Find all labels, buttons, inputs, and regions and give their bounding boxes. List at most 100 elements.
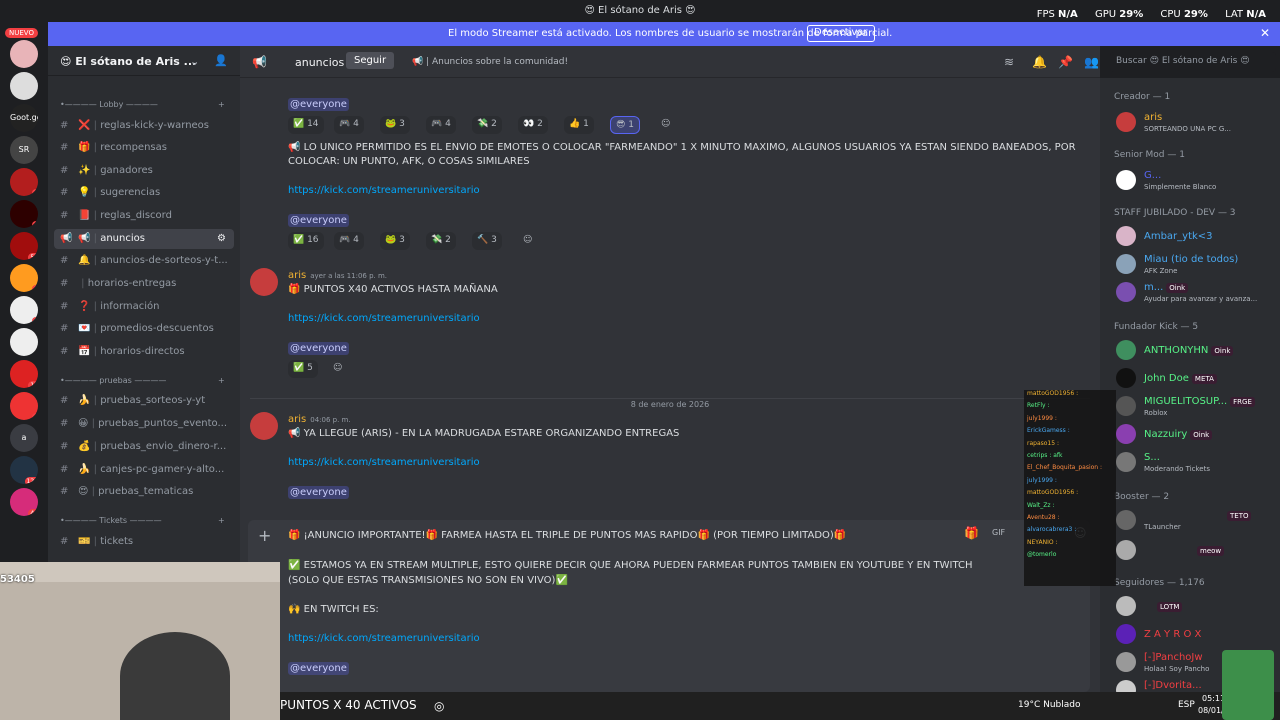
member-miau[interactable]: Miau (tio de todos) AFK Zone: [1114, 252, 1280, 278]
member-nazz[interactable]: Nazzuiry Oink: [1114, 422, 1280, 448]
server-icon[interactable]: a: [10, 424, 38, 452]
message-author[interactable]: aris ayer a las 11:06 p. m.: [288, 270, 387, 281]
channel-pruebas-sorteos-y-yt[interactable]: # 🍌 | pruebas_sorteos-y-yt: [54, 391, 234, 411]
channel-horarios-entregas[interactable]: # | horarios-entregas: [54, 274, 234, 294]
channel-pruebas-envio-dinero-r[interactable]: # 💰 | pruebas_envio_dinero-r...: [54, 437, 234, 457]
reaction[interactable]: 🐸 3: [380, 232, 410, 250]
server-icon[interactable]: 55: [10, 232, 38, 260]
member-follower-2[interactable]: Z A Y R O X: [1114, 622, 1280, 648]
server-icon[interactable]: 1: [10, 200, 38, 228]
chrome-icon[interactable]: ◎: [434, 699, 444, 713]
gif-icon[interactable]: GIF: [992, 528, 1005, 537]
plus-icon[interactable]: +: [258, 526, 271, 545]
reaction[interactable]: 😎 1: [610, 116, 640, 134]
mention[interactable]: @everyone: [288, 342, 349, 355]
channel-sugerencias[interactable]: # 💡 | sugerencias: [54, 183, 234, 203]
server-header[interactable]: 😍 El sótano de Aris ... ⌄ 👤: [48, 46, 240, 76]
server-icon[interactable]: 13: [10, 360, 38, 388]
message-link[interactable]: https://kick.com/streameruniversitario: [288, 185, 480, 196]
server-icon[interactable]: 1: [10, 264, 38, 292]
add-channel-icon[interactable]: +: [218, 516, 225, 525]
add-channel-icon[interactable]: +: [218, 100, 225, 109]
reaction[interactable]: ✅ 5: [288, 360, 318, 378]
reaction[interactable]: 🎮 4: [426, 116, 456, 134]
reaction[interactable]: 🎮 4: [334, 116, 364, 134]
member-booster-2[interactable]: meow: [1114, 538, 1280, 564]
channel-ganadores[interactable]: # ✨ | ganadores: [54, 161, 234, 181]
add-channel-icon[interactable]: +: [218, 376, 225, 385]
reaction[interactable]: 💸 2: [472, 116, 502, 134]
channel-recompensas[interactable]: # 🎁 | recompensas: [54, 138, 234, 158]
member-aris[interactable]: aris SORTEANDO UNA PC G...: [1114, 110, 1280, 136]
channel-canjes-pc-gamer-y-alto[interactable]: # 🍌 | canjes-pc-gamer-y-alto...: [54, 460, 234, 480]
server-icon[interactable]: 44: [10, 488, 38, 516]
add-reaction-icon[interactable]: ☺: [518, 232, 537, 250]
mention[interactable]: @everyone: [288, 98, 349, 111]
member-m[interactable]: m... Oink Ayudar para avanzar y avanza...: [1114, 280, 1280, 306]
server-icon[interactable]: 6: [10, 296, 38, 324]
bell-icon[interactable]: 🔔: [1032, 55, 1047, 69]
member-senior[interactable]: G... Simplemente Blanco: [1114, 168, 1280, 194]
member-john[interactable]: John Doe META: [1114, 366, 1280, 392]
server-icon[interactable]: 129: [10, 456, 38, 484]
server-icon[interactable]: 1: [10, 168, 38, 196]
members-icon[interactable]: 👥: [1084, 55, 1099, 69]
server-icon[interactable]: 4: [10, 392, 38, 420]
reaction[interactable]: 👀 2: [518, 116, 548, 134]
gift-icon[interactable]: 🎁: [964, 526, 979, 540]
channel-horarios-directos[interactable]: # 📅 | horarios-directos: [54, 342, 234, 362]
pin-icon[interactable]: 📌: [1058, 55, 1073, 69]
close-icon[interactable]: ✕: [1260, 26, 1270, 40]
channel-informaci-n[interactable]: # ❓ | información: [54, 297, 234, 317]
author-name[interactable]: aris: [288, 414, 306, 425]
mention[interactable]: @everyone: [288, 486, 349, 499]
reaction[interactable]: ✅ 14: [288, 116, 324, 134]
channel-anuncios-de-sorteos-y-t[interactable]: # 🔔 | anuncios-de-sorteos-y-t...: [54, 251, 234, 271]
server-icon[interactable]: Goot.gg: [10, 104, 38, 132]
threads-icon[interactable]: ≋: [1004, 55, 1014, 69]
channel-promedios-descuentos[interactable]: # 💌 | promedios-descuentos: [54, 319, 234, 339]
message-link[interactable]: https://kick.com/streameruniversitario: [288, 457, 480, 468]
category-pruebas[interactable]: •———— pruebas ———— +: [60, 376, 225, 385]
reaction[interactable]: 🐸 3: [380, 116, 410, 134]
invite-icon[interactable]: 👤: [214, 54, 228, 67]
avatar[interactable]: [250, 268, 278, 296]
member-follower-1[interactable]: LOTM: [1114, 594, 1280, 620]
reaction[interactable]: 🔨 3: [472, 232, 502, 250]
server-icon[interactable]: [10, 40, 38, 68]
channel-tickets[interactable]: # 🎫 | tickets: [54, 532, 234, 552]
server-icon[interactable]: [10, 328, 38, 356]
member-booster-1[interactable]: TETO TLauncher: [1114, 508, 1280, 534]
channel-pruebas-tematicas[interactable]: # 😍 | pruebas_tematicas: [54, 482, 234, 502]
reaction[interactable]: ✅ 16: [288, 232, 324, 250]
chevron-down-icon[interactable]: ⌄: [190, 55, 199, 68]
channel-reglas-kick-y-warneos[interactable]: # ❌ | reglas-kick-y-warneos: [54, 116, 234, 136]
weather-widget[interactable]: 19°C Nublado: [1018, 700, 1080, 710]
category-tickets[interactable]: •———— Tickets ———— +: [60, 516, 225, 525]
message-input[interactable]: + 🎁 ¡ANUNCIO IMPORTANTE!🎁 FARMEA HASTA E…: [248, 520, 1090, 692]
add-reaction-icon[interactable]: ☺: [328, 360, 347, 378]
member-miguel[interactable]: MIGUELITOSUP... FRGE Roblox: [1114, 394, 1280, 420]
reaction[interactable]: 💸 2: [426, 232, 456, 250]
server-icon[interactable]: [10, 72, 38, 100]
server-icon[interactable]: SR: [10, 136, 38, 164]
category-lobby[interactable]: •———— Lobby ———— +: [60, 100, 225, 109]
avatar[interactable]: [250, 412, 278, 440]
message-author[interactable]: aris 04:06 p. m.: [288, 414, 351, 425]
member-anthony[interactable]: ANTHONYHN Oink: [1114, 338, 1280, 364]
member-ambar[interactable]: Ambar_ytk<3: [1114, 224, 1280, 250]
language-indicator[interactable]: ESP: [1178, 700, 1195, 710]
reaction[interactable]: 🎮 4: [334, 232, 364, 250]
member-s[interactable]: S... Moderando Tickets: [1114, 450, 1280, 476]
search-input[interactable]: Buscar 😍 El sótano de Aris 😍: [1110, 52, 1276, 72]
mention[interactable]: @everyone: [288, 214, 349, 227]
gear-icon[interactable]: ⚙: [217, 233, 226, 244]
message-link[interactable]: https://kick.com/streameruniversitario: [288, 313, 480, 324]
channel-pruebas-puntos-evento[interactable]: # 😀 | pruebas_puntos_evento...: [54, 414, 234, 434]
author-name[interactable]: aris: [288, 270, 306, 281]
follow-button[interactable]: Seguir: [346, 52, 395, 69]
deactivate-button[interactable]: Desactivar: [807, 25, 875, 42]
channel-anuncios[interactable]: 📢 📢 | anuncios ⚙: [54, 229, 234, 249]
add-reaction-icon[interactable]: ☺: [656, 116, 675, 134]
channel-reglas-discord[interactable]: # 📕 | reglas_discord: [54, 206, 234, 226]
